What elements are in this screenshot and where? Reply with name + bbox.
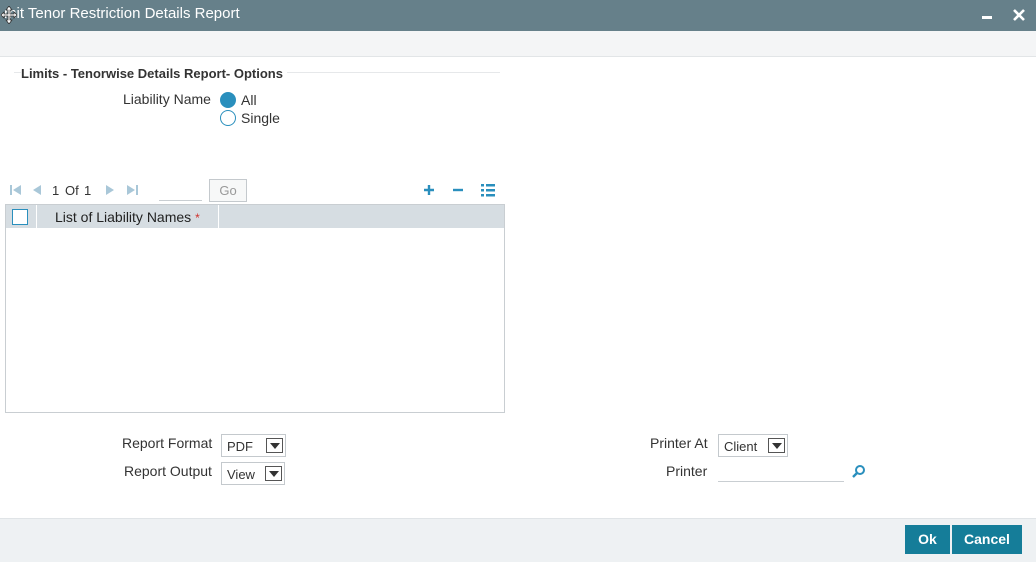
delete-row-icon[interactable] xyxy=(450,182,466,198)
single-view-icon[interactable] xyxy=(480,182,496,198)
previous-page-icon[interactable] xyxy=(31,184,43,196)
page-of-label: Of xyxy=(65,183,79,198)
report-format-select[interactable]: PDF xyxy=(221,434,286,457)
chevron-down-icon xyxy=(768,438,785,453)
chevron-down-icon xyxy=(265,466,282,481)
last-page-icon[interactable] xyxy=(126,184,138,196)
footer-bar: Ok Cancel xyxy=(0,518,1036,562)
radio-all-label: All xyxy=(241,92,257,108)
printer-input[interactable] xyxy=(718,459,844,482)
current-page: 1 xyxy=(52,183,60,198)
report-output-select[interactable]: View xyxy=(221,462,285,485)
go-button[interactable]: Go xyxy=(209,179,247,202)
printer-at-value: Client xyxy=(724,439,758,454)
report-options-panel: Limits - Tenorwise Details Report- Optio… xyxy=(0,57,1036,518)
first-page-icon[interactable] xyxy=(10,184,22,196)
column-divider xyxy=(36,205,37,228)
required-mark: * xyxy=(195,211,200,225)
chevron-down-icon xyxy=(266,438,283,453)
printer-at-label: Printer At xyxy=(650,435,708,451)
window-title: mit Tenor Restriction Details Report xyxy=(4,5,240,22)
printer-label: Printer xyxy=(666,463,708,479)
close-icon[interactable] xyxy=(1011,7,1027,23)
move-icon[interactable] xyxy=(1,6,17,24)
total-pages: 1 xyxy=(84,183,92,198)
liability-names-grid: List of Liability Names * xyxy=(5,204,505,413)
cancel-button[interactable]: Cancel xyxy=(952,525,1022,554)
search-icon[interactable] xyxy=(852,464,866,478)
title-bar: mit Tenor Restriction Details Report xyxy=(0,0,1036,31)
add-row-icon[interactable] xyxy=(421,182,437,198)
section-title: Limits - Tenorwise Details Report- Optio… xyxy=(21,66,287,81)
report-output-label: Report Output xyxy=(124,463,212,479)
select-all-checkbox[interactable] xyxy=(12,209,28,225)
report-format-label: Report Format xyxy=(122,435,213,451)
page-number-input[interactable] xyxy=(159,179,202,201)
column-header-liability-names: List of Liability Names * xyxy=(55,209,200,225)
radio-single[interactable] xyxy=(220,110,236,126)
ok-button[interactable]: Ok xyxy=(905,525,950,554)
column-divider xyxy=(218,205,219,228)
grid-header: List of Liability Names * xyxy=(6,205,504,228)
report-output-value: View xyxy=(227,467,255,482)
printer-at-select[interactable]: Client xyxy=(718,434,788,457)
liability-name-label: Liability Name xyxy=(123,91,211,107)
toolbar-strip xyxy=(0,31,1036,57)
report-format-value: PDF xyxy=(227,439,253,454)
next-page-icon[interactable] xyxy=(104,184,116,196)
minimize-icon[interactable] xyxy=(979,7,995,23)
radio-all[interactable] xyxy=(220,92,236,108)
radio-single-label: Single xyxy=(241,110,280,126)
